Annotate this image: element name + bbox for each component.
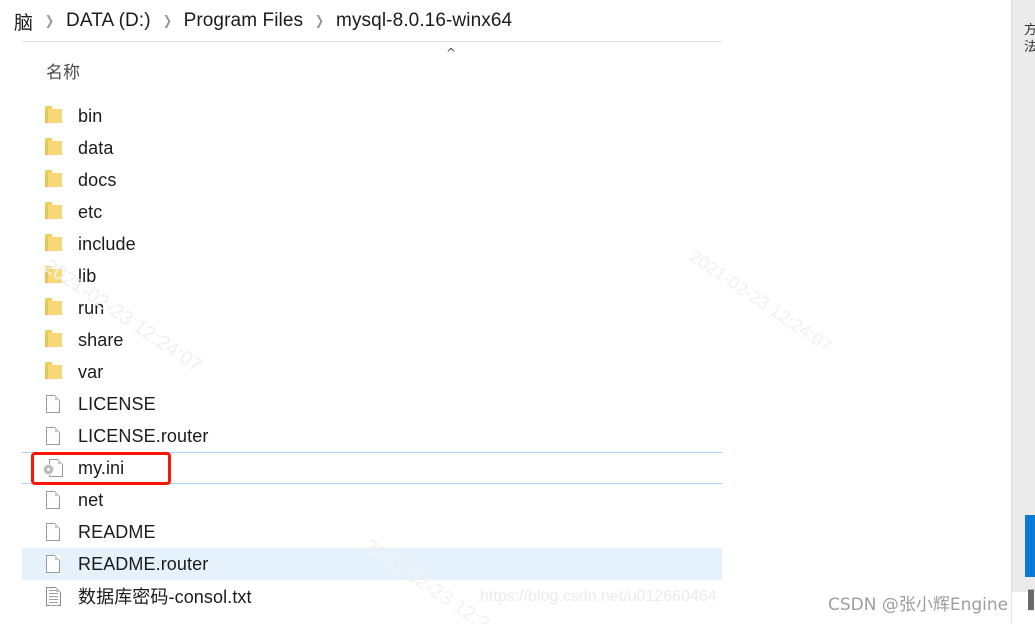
list-item-label: data bbox=[78, 137, 114, 158]
document-icon bbox=[44, 553, 64, 575]
list-item[interactable]: LICENSE.router bbox=[22, 420, 722, 452]
folder-icon bbox=[44, 329, 64, 351]
folder-icon bbox=[44, 105, 64, 127]
list-item[interactable]: net bbox=[22, 484, 722, 516]
list-item-label: lib bbox=[78, 265, 97, 286]
list-item[interactable]: data bbox=[22, 132, 722, 164]
list-item[interactable]: etc bbox=[22, 196, 722, 228]
list-item[interactable]: bin bbox=[22, 100, 722, 132]
breadcrumb-item-program-files[interactable]: Program Files bbox=[184, 10, 304, 32]
breadcrumb-item-mysql-folder[interactable]: mysql-8.0.16-winx64 bbox=[336, 10, 512, 32]
list-item-readme-router[interactable]: README.router bbox=[22, 548, 722, 580]
breadcrumb-separator-icon: ❯ bbox=[314, 13, 325, 28]
list-item[interactable]: docs bbox=[22, 164, 722, 196]
list-item[interactable]: LICENSE bbox=[22, 388, 722, 420]
document-icon bbox=[44, 489, 64, 511]
breadcrumb[interactable]: 脑 ❯ DATA (D:) ❯ Program Files ❯ mysql-8.… bbox=[0, 0, 760, 42]
folder-icon bbox=[44, 137, 64, 159]
list-item-label: etc bbox=[78, 201, 103, 222]
breadcrumb-item-this-pc[interactable]: 脑 bbox=[14, 8, 33, 35]
list-item-label: var bbox=[78, 361, 104, 382]
document-icon bbox=[44, 425, 64, 447]
list-item-label: README.router bbox=[78, 553, 209, 574]
text-file-icon bbox=[44, 585, 64, 607]
folder-icon bbox=[44, 361, 64, 383]
list-item-label: share bbox=[78, 329, 124, 350]
config-file-icon bbox=[44, 457, 64, 479]
folder-icon bbox=[44, 265, 64, 287]
breadcrumb-item-data-drive[interactable]: DATA (D:) bbox=[66, 10, 151, 32]
list-item[interactable]: share bbox=[22, 324, 722, 356]
folder-icon bbox=[44, 169, 64, 191]
list-item-label: docs bbox=[78, 169, 117, 190]
list-item-label: bin bbox=[78, 105, 103, 126]
right-side-panel: 方法 bbox=[1007, 0, 1035, 624]
list-item-label: net bbox=[78, 489, 104, 510]
document-icon bbox=[44, 521, 64, 543]
file-list: bin data docs etc include lib run share … bbox=[22, 100, 722, 612]
folder-icon bbox=[44, 233, 64, 255]
list-item-label: include bbox=[78, 233, 136, 254]
list-item-my-ini[interactable]: my.ini bbox=[22, 452, 722, 484]
column-header-name[interactable]: 名称 bbox=[46, 63, 80, 83]
scrollbar-thumb[interactable] bbox=[1025, 515, 1035, 577]
folder-icon bbox=[44, 201, 64, 223]
list-item-label: LICENSE bbox=[78, 393, 156, 414]
list-item[interactable]: 数据库密码-consol.txt bbox=[22, 580, 722, 612]
list-item-label: 数据库密码-consol.txt bbox=[78, 587, 252, 607]
list-item[interactable]: include bbox=[22, 228, 722, 260]
breadcrumb-separator-icon: ❯ bbox=[44, 13, 55, 28]
folder-icon bbox=[44, 297, 64, 319]
list-item[interactable]: lib bbox=[22, 260, 722, 292]
ribbon-divider bbox=[22, 41, 722, 42]
right-panel-footer bbox=[1011, 592, 1035, 624]
file-explorer-window: 脑 ❯ DATA (D:) ❯ Program Files ❯ mysql-8.… bbox=[0, 0, 1007, 624]
breadcrumb-separator-icon: ❯ bbox=[162, 13, 172, 28]
column-header-row: 名称 bbox=[46, 58, 706, 88]
list-item-label: run bbox=[78, 297, 105, 318]
list-item-label: README bbox=[78, 521, 156, 542]
list-item[interactable]: run bbox=[22, 292, 722, 324]
list-item-label: my.ini bbox=[78, 457, 125, 478]
right-panel-body: 方法 bbox=[1011, 0, 1035, 592]
list-item-label: LICENSE.router bbox=[78, 425, 209, 446]
list-item[interactable]: var bbox=[22, 356, 722, 388]
list-item[interactable]: README bbox=[22, 516, 722, 548]
document-icon bbox=[44, 393, 64, 415]
vertical-scrollbar[interactable] bbox=[1025, 0, 1035, 592]
